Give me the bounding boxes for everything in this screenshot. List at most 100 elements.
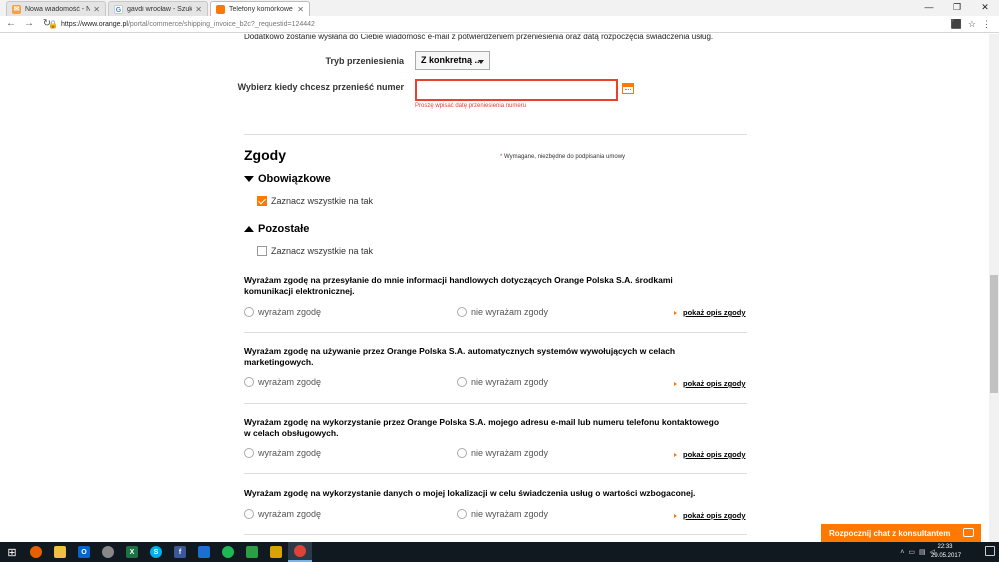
show-description-link[interactable]: pokaż opis zgody: [674, 308, 746, 317]
show-description-link[interactable]: pokaż opis zgody: [674, 511, 746, 520]
radio-label: nie wyrażam zgody: [471, 509, 549, 519]
firefox-icon: [30, 546, 42, 558]
page-scrollbar[interactable]: [989, 34, 999, 542]
consent-yes-radio[interactable]: wyrażam zgodę: [244, 448, 321, 458]
show-description-link[interactable]: pokaż opis zgody: [674, 450, 746, 459]
mandatory-select-all[interactable]: Zaznacz wszystkie na tak: [257, 196, 373, 206]
radio-label: nie wyrażam zgody: [471, 377, 549, 387]
required-note-text: Wymagane, niezbędne do podpisania umowy: [502, 154, 626, 160]
folder-icon: [54, 546, 66, 558]
other-heading: Pozostałe: [258, 223, 310, 235]
browser-tab-google[interactable]: G gavdi wrocław - Szukaj w ✕: [108, 1, 208, 16]
arrow-right-icon: [674, 381, 677, 386]
address-bar[interactable]: 🔒 https://www.orange.pl/portal/commerce/…: [48, 17, 986, 31]
close-tab-icon[interactable]: ✕: [297, 5, 304, 14]
taskbar-firefox[interactable]: [24, 542, 48, 562]
radio-circle[interactable]: [457, 377, 467, 387]
windows-taskbar: ⊞ O X S f ˄ ▭ ▤ ◁ 22:33 29.05.2017: [0, 542, 999, 562]
menu-icon[interactable]: ⋮: [982, 17, 991, 31]
transfer-mode-label: Tryb przeniesienia: [325, 56, 404, 66]
orange-tab-icon: [216, 4, 225, 14]
chevron-down-icon: [478, 60, 484, 64]
taskbar-clock[interactable]: 22:33 29.05.2017: [931, 543, 961, 561]
other-select-all-checkbox[interactable]: [257, 246, 267, 256]
app2-icon: [198, 546, 210, 558]
bookmark-star-icon[interactable]: ☆: [968, 17, 976, 31]
back-icon[interactable]: ←: [4, 17, 18, 31]
checkbox-label: Zaznacz wszystkie na tak: [271, 196, 374, 206]
battery-icon[interactable]: ▭: [908, 548, 915, 556]
section-divider: [244, 134, 747, 135]
consent-no-radio[interactable]: nie wyrażam zgody: [457, 509, 548, 519]
taskbar-app2[interactable]: [192, 542, 216, 562]
tray-arrow-icon[interactable]: ˄: [900, 549, 904, 556]
taskbar-app3[interactable]: [240, 542, 264, 562]
radio-label: nie wyrażam zgody: [471, 307, 549, 317]
radio-circle[interactable]: [244, 377, 254, 387]
mandatory-section-toggle[interactable]: Obowiązkowe: [244, 173, 331, 185]
taskbar-app[interactable]: [96, 542, 120, 562]
taskbar-explorer[interactable]: [48, 542, 72, 562]
radio-label: wyrażam zgodę: [258, 448, 322, 458]
consent-yes-radio[interactable]: wyrażam zgodę: [244, 307, 321, 317]
close-tab-icon[interactable]: ✕: [93, 5, 100, 14]
extension-icon[interactable]: ⬛: [951, 17, 962, 31]
minimize-icon[interactable]: —: [915, 0, 943, 14]
radio-label: wyrażam zgodę: [258, 377, 322, 387]
consent-no-radio[interactable]: nie wyrażam zgody: [457, 377, 548, 387]
taskbar-skype[interactable]: S: [144, 542, 168, 562]
radio-circle[interactable]: [244, 307, 254, 317]
radio-label: nie wyrażam zgody: [471, 448, 549, 458]
transfer-date-input[interactable]: [415, 79, 618, 101]
scrollbar-thumb[interactable]: [990, 275, 998, 393]
clock-time: 22:33: [937, 544, 953, 550]
arrow-right-icon: [674, 452, 677, 457]
other-select-all[interactable]: Zaznacz wszystkie na tak: [257, 246, 373, 256]
taskbar-outlook[interactable]: O: [72, 542, 96, 562]
app3-icon: [246, 546, 258, 558]
radio-circle[interactable]: [457, 307, 467, 317]
show-description-link[interactable]: pokaż opis zgody: [674, 379, 746, 388]
taskbar-excel[interactable]: X: [120, 542, 144, 562]
browser-tab-mail[interactable]: ✉ Nowa wiadomość - Nasz ✕: [6, 1, 106, 16]
transfer-mode-select[interactable]: Z konkretną ...: [415, 51, 490, 70]
close-tab-icon[interactable]: ✕: [195, 5, 202, 14]
transfer-mode-value: Z konkretną ...: [421, 55, 483, 65]
chat-button-label: Rozpocznij chat z konsultantem: [829, 528, 951, 538]
consent-divider: [244, 534, 747, 535]
taskbar-app4[interactable]: [264, 542, 288, 562]
browser-tab-orange[interactable]: Telefony komórkowe Ora ✕: [210, 1, 310, 16]
chat-bubble-icon: [963, 528, 974, 537]
forward-icon[interactable]: →: [22, 17, 36, 31]
date-error-message: Proszę wpisać datę przeniesienia numeru: [415, 103, 527, 109]
app4-icon: [270, 546, 282, 558]
url-text: https://www.orange.pl/portal/commerce/sh…: [61, 21, 315, 28]
start-button[interactable]: ⊞: [0, 542, 24, 562]
notification-icon[interactable]: [985, 546, 995, 556]
outlook-icon: O: [78, 546, 90, 558]
taskbar-spotify[interactable]: [216, 542, 240, 562]
consent-no-radio[interactable]: nie wyrażam zgody: [457, 307, 548, 317]
chat-button[interactable]: Rozpocznij chat z konsultantem: [821, 524, 981, 542]
close-window-icon[interactable]: ✕: [971, 0, 999, 14]
taskbar-chrome[interactable]: [288, 542, 312, 562]
consent-yes-radio[interactable]: wyrażam zgodę: [244, 377, 321, 387]
radio-circle[interactable]: [457, 509, 467, 519]
network-icon[interactable]: ▤: [919, 548, 926, 556]
maximize-icon[interactable]: ❐: [943, 0, 971, 14]
taskbar-facebook[interactable]: f: [168, 542, 192, 562]
consents-heading: Zgody: [244, 147, 286, 163]
other-section-toggle[interactable]: Pozostałe: [244, 223, 309, 235]
mandatory-select-all-checkbox[interactable]: [257, 196, 267, 206]
url-path: /portal/commerce/shipping_invoice_b2c?_r…: [127, 20, 315, 28]
radio-circle[interactable]: [457, 448, 467, 458]
link-label: pokaż opis zgody: [683, 450, 746, 459]
calendar-icon[interactable]: [622, 83, 634, 94]
radio-circle[interactable]: [244, 448, 254, 458]
spotify-icon: [222, 546, 234, 558]
consent-no-radio[interactable]: nie wyrażam zgody: [457, 448, 548, 458]
radio-circle[interactable]: [244, 509, 254, 519]
consent-yes-radio[interactable]: wyrażam zgodę: [244, 509, 321, 519]
windows-icon: ⊞: [7, 546, 17, 559]
chrome-icon: [294, 545, 306, 557]
